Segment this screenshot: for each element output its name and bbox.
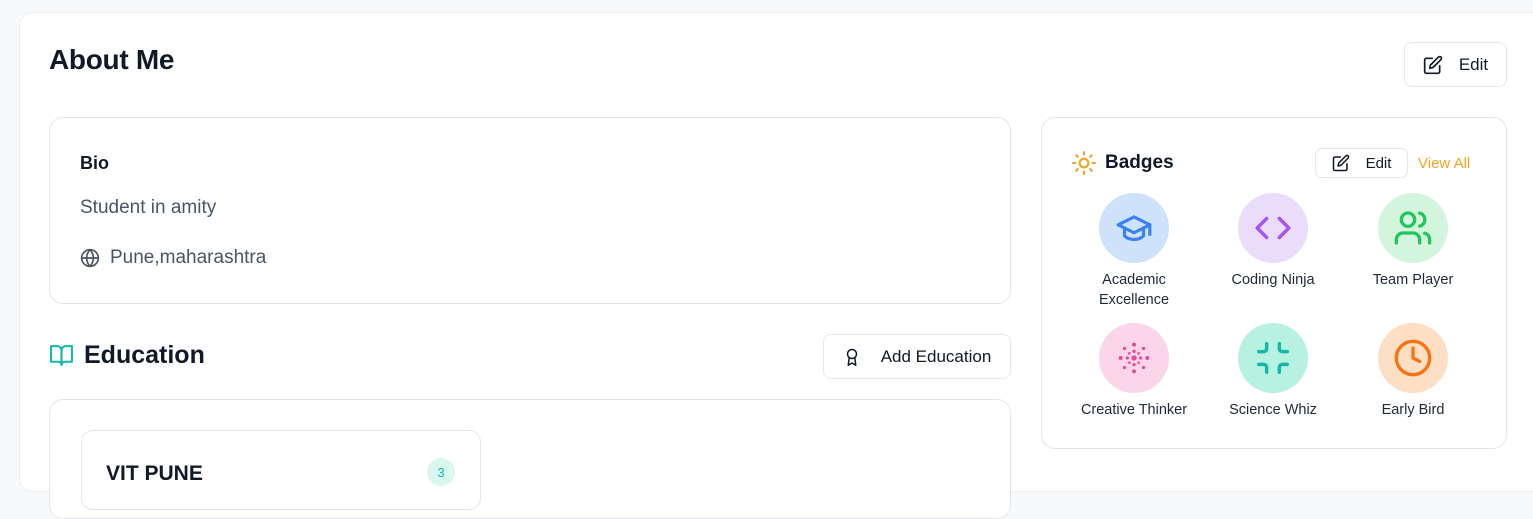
badge-icon-circle [1378,323,1448,393]
bio-label: Bio [80,153,109,173]
badge-icon-circle [1099,323,1169,393]
badge-icon-circle [1099,193,1169,263]
book-open-icon [50,345,73,366]
users-icon [1394,211,1432,245]
badges-title: Badges [1105,152,1174,173]
badge-label: Team Player [1372,272,1454,288]
badge-creative-thinker[interactable]: Creative Thinker [1074,323,1194,420]
edit-icon [1332,154,1349,172]
globe-icon [80,248,100,268]
badge-icon-circle [1238,323,1308,393]
badge-icon-circle [1238,193,1308,263]
edit-about-label: Edit [1458,54,1489,74]
edit-badges-label: Edit [1365,154,1392,172]
institution-count-badge: 3 [427,458,455,486]
edit-badges-button[interactable]: Edit [1315,148,1408,178]
education-card: VIT PUNE 3 [49,399,1011,519]
institution-name: VIT PUNE [106,462,203,485]
location-row: Pune,maharashtra [80,247,266,269]
add-education-button[interactable]: Add Education [823,334,1011,379]
add-education-label: Add Education [880,346,992,366]
badge-academic-excellence[interactable]: Academic Excellence [1074,193,1194,310]
location-text: Pune,maharashtra [110,247,267,268]
badge-label: Early Bird [1381,402,1445,418]
graduation-cap-icon [1116,215,1152,242]
badge-team-player[interactable]: Team Player [1353,193,1473,290]
badge-label: Science Whiz [1229,402,1317,418]
clock-icon [1394,339,1432,377]
page-title: About Me [49,44,175,75]
minimize-icon [1257,342,1289,374]
edit-about-button[interactable]: Edit [1404,42,1507,87]
award-icon [846,348,857,366]
badge-early-bird[interactable]: Early Bird [1353,323,1473,420]
code-icon [1255,216,1291,240]
edit-icon [1423,55,1443,74]
bio-card: Bio Student in amity Pune,maharashtra [49,117,1011,304]
badge-science-whiz[interactable]: Science Whiz [1213,323,1333,420]
badge-label: Coding Ninja [1231,272,1315,288]
badge-icon-circle [1378,193,1448,263]
education-header: Education [49,341,205,370]
sparkle-icon [1118,342,1150,374]
badges-header: Badges [1071,150,1174,176]
sun-icon [1072,151,1096,175]
badges-card: Badges Edit View All Academic Excellence… [1041,117,1507,449]
view-all-badges-link[interactable]: View All [1418,155,1470,172]
bio-text: Student in amity [80,197,217,218]
institution-card[interactable]: VIT PUNE 3 [81,430,481,510]
badge-label: Creative Thinker [1080,402,1188,418]
badge-coding-ninja[interactable]: Coding Ninja [1213,193,1333,290]
badge-label: Academic Excellence [1098,272,1170,308]
education-title: Education [84,341,205,369]
